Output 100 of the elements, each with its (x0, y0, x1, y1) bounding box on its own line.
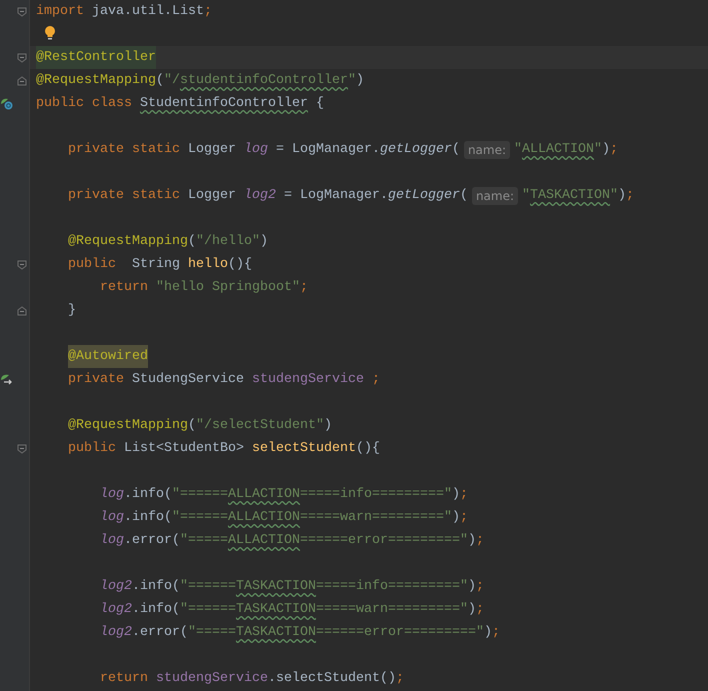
keyword: ; (300, 279, 308, 297)
string-literal: =====info=========" (300, 486, 452, 504)
string-literal: TASKACTION (236, 578, 316, 596)
keyword: public (68, 440, 117, 458)
keyword: ; (460, 509, 468, 527)
code-text: ) (452, 486, 460, 504)
keyword: private static (68, 187, 181, 205)
field-name: log2 (244, 187, 276, 205)
keyword: ; (492, 624, 500, 642)
fold-icon[interactable] (17, 76, 27, 86)
code-text: ) (452, 509, 460, 527)
code-text: java.util.List (90, 3, 204, 21)
method-name: getLogger (388, 187, 460, 205)
parameter-hint: name: (464, 140, 510, 158)
string-literal: "/hello" (196, 233, 260, 251)
keyword: ; (476, 601, 484, 619)
code-text: = LogManager. (274, 141, 380, 159)
string-literal: =====warn=========" (300, 509, 452, 527)
annotation: @Autowired (68, 345, 148, 368)
string-literal: ALLACTION (228, 509, 300, 527)
bean-arrow-icon[interactable] (1, 374, 13, 386)
code-text: } (68, 302, 76, 320)
keyword: return (100, 670, 149, 688)
class-name: StudentinfoController (140, 95, 308, 113)
field-name: studengService (252, 371, 364, 389)
string-literal: "/selectStudent" (196, 417, 324, 435)
code-text: ) (484, 624, 492, 642)
fold-icon[interactable] (17, 260, 27, 270)
code-text: .info( (124, 509, 172, 527)
field-name: log (100, 532, 124, 550)
string-literal: "====== (172, 486, 228, 504)
method-name: getLogger (380, 141, 452, 159)
keyword: import (36, 3, 84, 21)
string-literal: ALLACTION (522, 141, 594, 159)
field-name: log2 (100, 578, 132, 596)
code-text: ( (460, 187, 468, 205)
keyword: private static (68, 141, 181, 159)
code-text: { (314, 95, 324, 113)
annotation: @RequestMapping (68, 417, 188, 435)
keyword: return (100, 279, 149, 297)
code-text: ) (618, 187, 626, 205)
code-text: .info( (132, 578, 180, 596)
code-text: ) (260, 233, 268, 251)
string-literal: studentinfoController (180, 72, 348, 90)
string-literal: " (514, 141, 522, 159)
code-text: List<StudentBo> (124, 440, 245, 458)
keyword: ; (204, 3, 212, 21)
field-name: log (100, 486, 124, 504)
keyword: ; (610, 141, 618, 159)
method-name: selectStudent (252, 440, 356, 458)
string-literal: =====warn=========" (316, 601, 468, 619)
string-literal: TASKACTION (530, 187, 610, 205)
fold-icon[interactable] (17, 444, 27, 454)
string-literal: "===== (180, 532, 228, 550)
keyword: ; (370, 371, 380, 389)
string-literal: " (522, 187, 530, 205)
code-text: ) (468, 532, 476, 550)
code-text: Logger (188, 141, 237, 159)
keyword: public class (36, 95, 133, 113)
keyword: public (68, 256, 116, 274)
string-literal: "hello Springboot" (156, 279, 300, 297)
bean-class-icon[interactable] (1, 98, 13, 110)
code-text: .selectStudent() (268, 670, 396, 688)
code-text: ) (468, 578, 476, 596)
string-literal: =====info=========" (316, 578, 468, 596)
string-literal: "===== (188, 624, 236, 642)
string-literal: TASKACTION (236, 601, 316, 619)
annotation: @RequestMapping (36, 72, 156, 90)
string-literal: ======error=========" (300, 532, 468, 550)
lightbulb-icon[interactable] (44, 24, 56, 40)
code-text: .error( (132, 624, 188, 642)
code-text: ( (188, 417, 196, 435)
code-text: = LogManager. (282, 187, 388, 205)
fold-icon[interactable] (17, 6, 27, 16)
code-text: .error( (124, 532, 180, 550)
keyword: ; (626, 187, 634, 205)
code-text: .info( (124, 486, 172, 504)
annotation: @RestController (36, 46, 156, 69)
field-name: log2 (100, 624, 132, 642)
code-text: ) (356, 72, 364, 90)
code-text: StudengService (132, 371, 245, 389)
string-literal: ======error=========" (316, 624, 484, 642)
code-text: ) (324, 417, 332, 435)
keyword: ; (476, 578, 484, 596)
string-literal: TASKACTION (236, 624, 316, 642)
string-literal: "====== (172, 509, 228, 527)
annotation: @RequestMapping (68, 233, 188, 251)
code-text: ( (188, 233, 196, 251)
fold-icon[interactable] (17, 306, 27, 316)
keyword: private (68, 371, 125, 389)
parameter-hint: name: (472, 186, 518, 204)
keyword: ; (460, 486, 468, 504)
string-literal: "====== (180, 578, 236, 596)
code-text: (){ (356, 440, 380, 458)
code-text: .info( (132, 601, 180, 619)
code-text: ) (468, 601, 476, 619)
fold-icon[interactable] (17, 52, 27, 62)
code-text: (){ (228, 256, 252, 274)
string-literal: ALLACTION (228, 486, 300, 504)
keyword: ; (476, 532, 484, 550)
